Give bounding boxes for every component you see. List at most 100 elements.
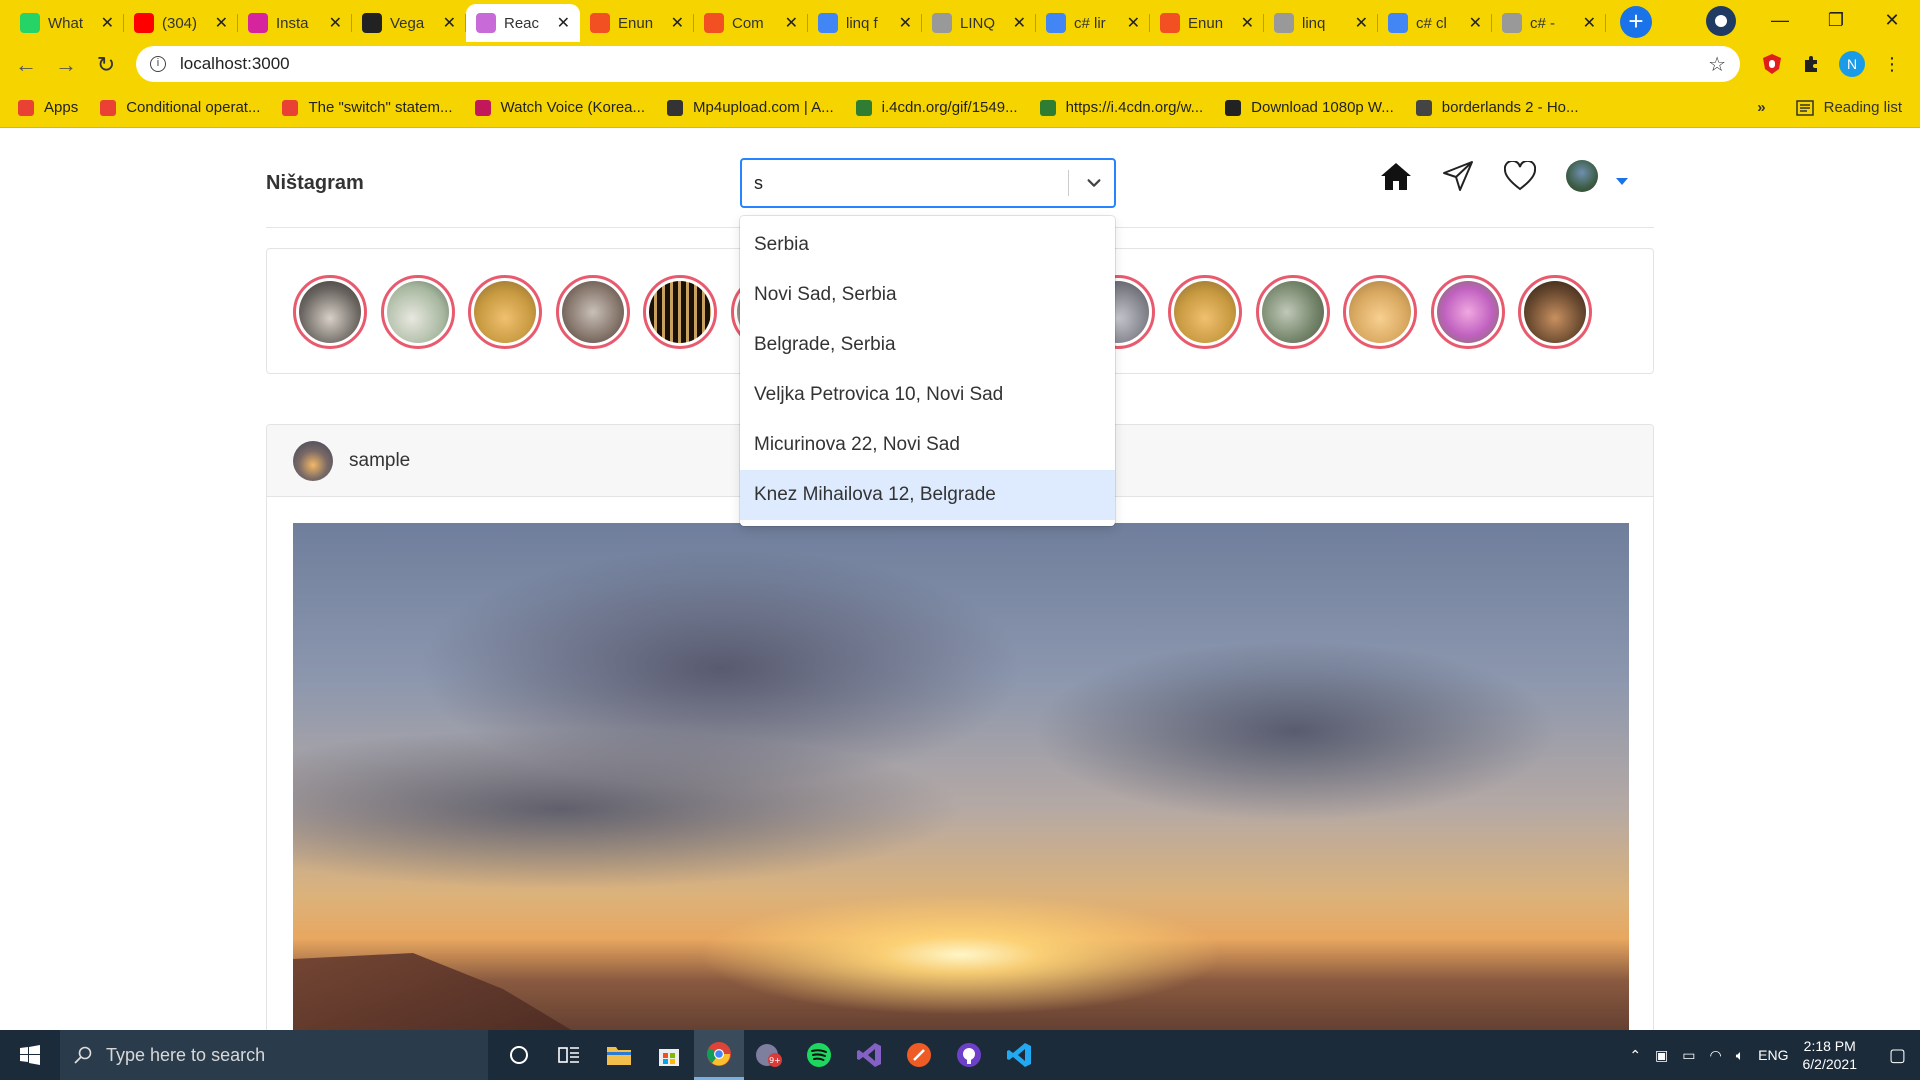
tab-close-icon[interactable]: ✕ bbox=[557, 13, 570, 33]
search-result-option[interactable]: Knez Mihailova 12, Belgrade bbox=[740, 470, 1115, 520]
browser-tab[interactable]: Insta ✕ bbox=[238, 4, 352, 42]
task-view-icon[interactable] bbox=[544, 1030, 594, 1080]
volume-icon[interactable]: 🔈︎ bbox=[1736, 1047, 1744, 1064]
reading-list-button[interactable]: » Reading list bbox=[1757, 99, 1902, 116]
show-hidden-icons-chevron-icon[interactable]: ⌃ bbox=[1629, 1047, 1641, 1064]
story-avatar[interactable] bbox=[1518, 275, 1592, 349]
bookmark-item[interactable]: Mp4upload.com | A... bbox=[667, 99, 834, 116]
bookmark-item[interactable]: borderlands 2 - Ho... bbox=[1415, 99, 1579, 116]
new-tab-button[interactable]: + bbox=[1620, 6, 1652, 38]
bookmark-item[interactable]: Download 1080p W... bbox=[1225, 99, 1394, 116]
browser-tab[interactable]: Reac ✕ bbox=[466, 4, 580, 42]
caret-down-icon[interactable] bbox=[1616, 177, 1628, 185]
tab-close-icon[interactable]: ✕ bbox=[101, 13, 114, 33]
restore-button[interactable]: ❐ bbox=[1808, 0, 1864, 40]
story-avatar[interactable] bbox=[380, 275, 455, 349]
browser-tab[interactable]: linq ✕ bbox=[1264, 4, 1378, 42]
cortana-icon[interactable] bbox=[494, 1030, 544, 1080]
tab-close-icon[interactable]: ✕ bbox=[1127, 13, 1140, 33]
browser-tab[interactable]: c# - ✕ bbox=[1492, 4, 1606, 42]
visual-studio-icon[interactable] bbox=[844, 1030, 894, 1080]
browser-tab[interactable]: Enun ✕ bbox=[1150, 4, 1264, 42]
browser-tab[interactable]: Com ✕ bbox=[694, 4, 808, 42]
bookmark-item[interactable]: Conditional operat... bbox=[100, 99, 260, 116]
bookmark-item[interactable]: i.4cdn.org/gif/1549... bbox=[855, 99, 1018, 116]
tab-close-icon[interactable]: ✕ bbox=[1241, 13, 1254, 33]
bookmarks-overflow-icon[interactable]: » bbox=[1757, 99, 1765, 116]
microsoft-store-icon[interactable] bbox=[644, 1030, 694, 1080]
windows-start-button[interactable] bbox=[0, 1030, 60, 1080]
story-avatar[interactable] bbox=[1430, 275, 1505, 349]
search-result-option[interactable]: Belgrade, Serbia bbox=[740, 320, 1115, 370]
system-clock[interactable]: 2:18 PM 6/2/2021 bbox=[1802, 1037, 1857, 1073]
browser-tab[interactable]: c# cl ✕ bbox=[1378, 4, 1492, 42]
story-avatar[interactable] bbox=[1343, 275, 1417, 349]
profile-menu-button[interactable] bbox=[1564, 158, 1600, 194]
tab-close-icon[interactable]: ✕ bbox=[1355, 13, 1368, 33]
browser-tab[interactable]: c# lir ✕ bbox=[1036, 4, 1150, 42]
postman-icon[interactable] bbox=[894, 1030, 944, 1080]
tab-close-icon[interactable]: ✕ bbox=[1583, 13, 1596, 33]
search-result-option[interactable]: Serbia bbox=[740, 220, 1115, 270]
tab-close-icon[interactable]: ✕ bbox=[785, 13, 798, 33]
post-author-avatar[interactable] bbox=[293, 440, 333, 481]
browser-tab[interactable]: Vega ✕ bbox=[352, 4, 466, 42]
wifi-icon[interactable]: ◠ bbox=[1710, 1047, 1722, 1064]
spotify-icon[interactable] bbox=[794, 1030, 844, 1080]
browser-tab[interactable]: What ✕ bbox=[10, 4, 124, 42]
tab-close-icon[interactable]: ✕ bbox=[1469, 13, 1482, 33]
battery-icon[interactable]: ▭ bbox=[1682, 1047, 1695, 1064]
search-result-option[interactable]: Micurinova 22, Novi Sad bbox=[740, 420, 1115, 470]
search-input[interactable] bbox=[742, 160, 1062, 206]
home-icon[interactable] bbox=[1378, 158, 1414, 194]
minimize-button[interactable]: — bbox=[1752, 0, 1808, 40]
address-bar[interactable]: i localhost:3000 ☆ bbox=[136, 46, 1740, 82]
tab-close-icon[interactable]: ✕ bbox=[329, 13, 342, 33]
forward-button[interactable]: → bbox=[46, 45, 86, 85]
input-language-indicator[interactable]: ENG bbox=[1758, 1047, 1788, 1063]
bookmark-item[interactable]: The "switch" statem... bbox=[282, 99, 453, 116]
profile-avatar-icon[interactable]: N bbox=[1838, 50, 1866, 78]
browser-tab[interactable]: linq f ✕ bbox=[808, 4, 922, 42]
extension-red-icon[interactable] bbox=[1758, 50, 1786, 78]
story-avatar[interactable] bbox=[293, 275, 367, 349]
story-avatar[interactable] bbox=[643, 275, 717, 349]
heart-icon[interactable] bbox=[1502, 158, 1538, 194]
site-info-icon[interactable]: i bbox=[150, 56, 166, 72]
chrome-icon[interactable] bbox=[694, 1030, 744, 1080]
bookmark-item[interactable]: Apps bbox=[18, 99, 78, 116]
location-search-select[interactable] bbox=[740, 158, 1116, 208]
tab-close-icon[interactable]: ✕ bbox=[899, 13, 912, 33]
taskbar-search-box[interactable]: Type here to search bbox=[60, 1030, 488, 1080]
bookmark-item[interactable]: https://i.4cdn.org/w... bbox=[1039, 99, 1203, 116]
notifications-icon[interactable]: ▢ bbox=[1889, 1045, 1906, 1066]
story-avatar[interactable] bbox=[468, 275, 542, 349]
tab-close-icon[interactable]: ✕ bbox=[1013, 13, 1026, 33]
browser-menu-icon[interactable]: ⋮ bbox=[1878, 50, 1906, 78]
browser-tab[interactable]: LINQ ✕ bbox=[922, 4, 1036, 42]
device-icon[interactable]: ▣ bbox=[1655, 1047, 1668, 1064]
browser-profile-menu-icon[interactable] bbox=[1706, 6, 1736, 36]
browser-tab[interactable]: (304) ✕ bbox=[124, 4, 238, 42]
github-desktop-icon[interactable] bbox=[944, 1030, 994, 1080]
file-explorer-icon[interactable] bbox=[594, 1030, 644, 1080]
back-button[interactable]: ← bbox=[6, 45, 46, 85]
reload-button[interactable]: ↻ bbox=[86, 45, 126, 85]
close-window-button[interactable]: ✕ bbox=[1864, 0, 1920, 40]
tab-close-icon[interactable]: ✕ bbox=[443, 13, 456, 33]
story-avatar[interactable] bbox=[555, 275, 630, 349]
search-result-option[interactable]: Veljka Petrovica 10, Novi Sad bbox=[740, 370, 1115, 420]
story-avatar[interactable] bbox=[1255, 275, 1330, 349]
extensions-puzzle-icon[interactable] bbox=[1798, 50, 1826, 78]
search-result-option[interactable]: Novi Sad, Serbia bbox=[740, 270, 1115, 320]
chevron-down-icon[interactable] bbox=[1074, 160, 1114, 206]
bookmark-item[interactable]: Watch Voice (Korea... bbox=[474, 99, 645, 116]
brand-logo[interactable]: Ništagram bbox=[266, 172, 364, 195]
discord-notification-icon[interactable]: 9+ bbox=[744, 1030, 794, 1080]
post-image[interactable] bbox=[293, 523, 1629, 1043]
browser-tab[interactable]: Enun ✕ bbox=[580, 4, 694, 42]
story-avatar[interactable] bbox=[1168, 275, 1242, 349]
tab-close-icon[interactable]: ✕ bbox=[671, 13, 684, 33]
direct-messages-icon[interactable] bbox=[1440, 158, 1476, 194]
vscode-icon[interactable] bbox=[994, 1030, 1044, 1080]
